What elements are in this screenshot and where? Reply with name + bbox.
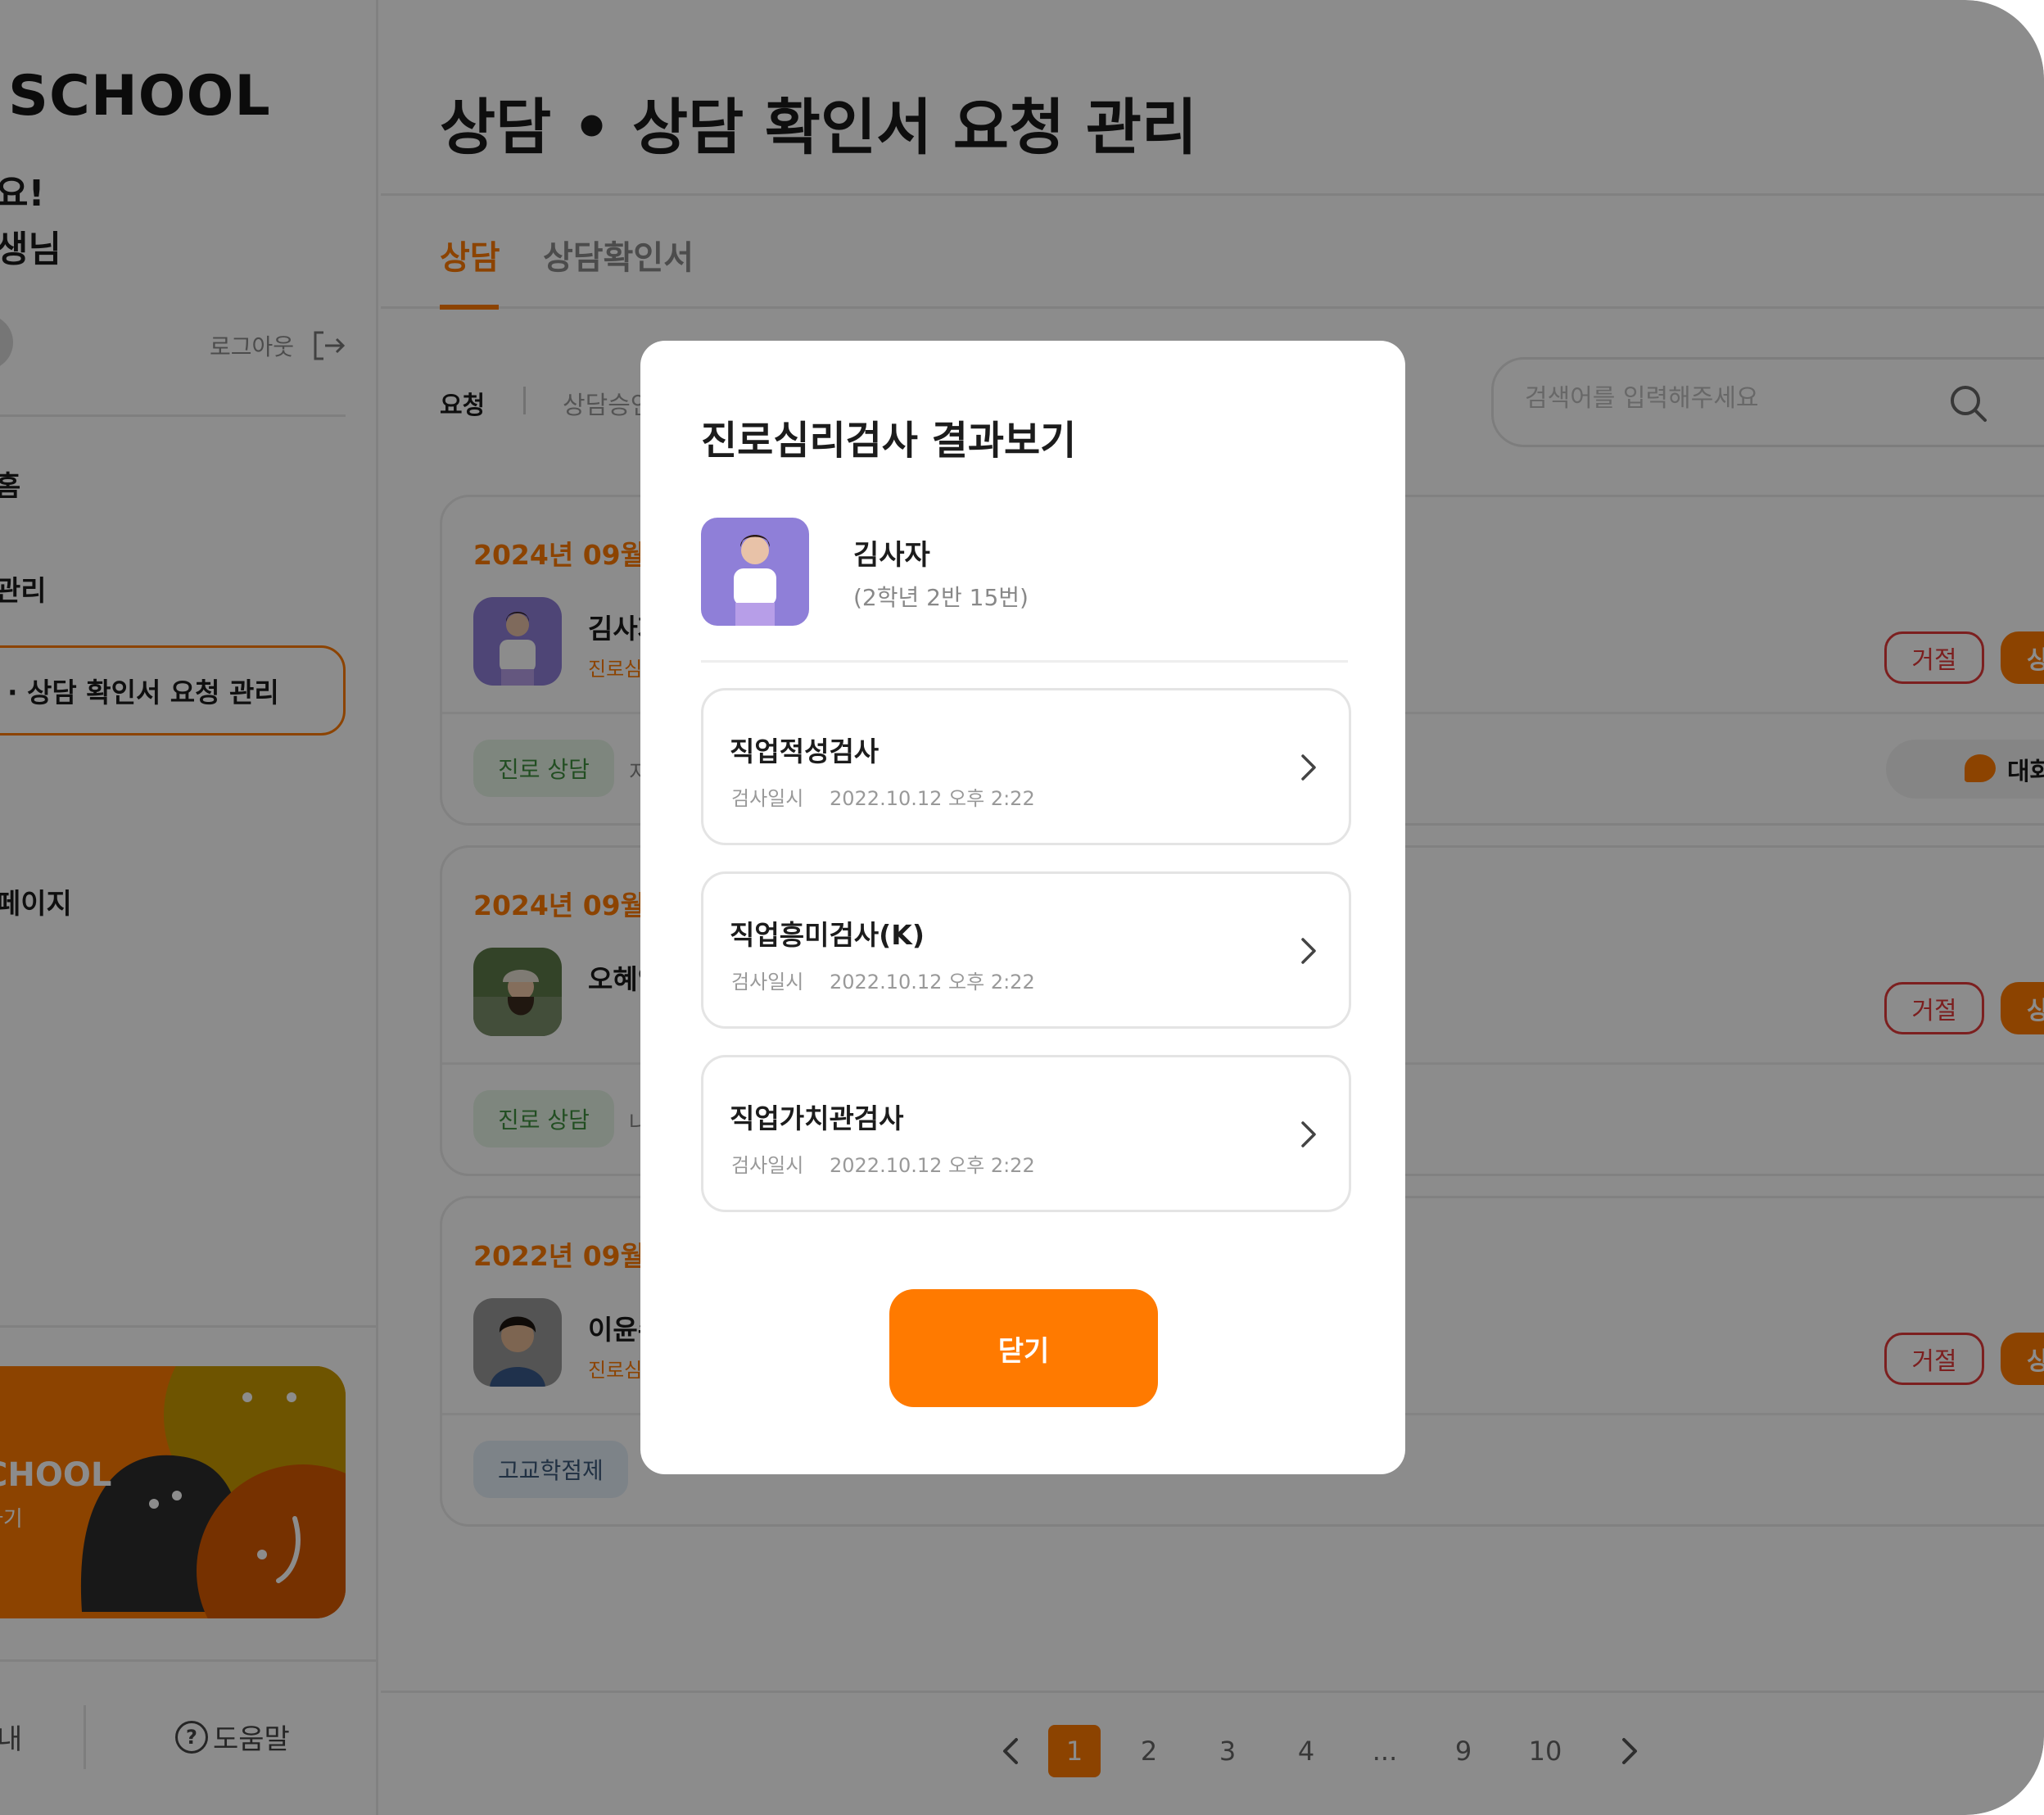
student-photo	[701, 518, 809, 626]
chevron-right-icon	[1301, 754, 1316, 781]
chevron-right-icon	[1301, 938, 1316, 964]
chevron-right-icon	[1301, 1121, 1316, 1147]
app-window: SCHOOL 요! 생님 로그아웃 홈 관리 · 상담 확인서 요청 관리 페이…	[0, 0, 2044, 1815]
test-result-item[interactable]: 직업가치관검사 검사일시 2022.10.12 오후 2:22	[701, 1055, 1351, 1212]
test-date-label: 검사일시	[731, 787, 804, 810]
test-results-modal: 진로심리검사 결과보기 김사자 (2학년 2반 15번) 직업적성검사 검사일시…	[640, 341, 1405, 1474]
modal-title: 진로심리검사 결과보기	[701, 418, 1077, 464]
test-date: 2022.10.12 오후 2:22	[830, 971, 1035, 993]
test-result-item[interactable]: 직업적성검사 검사일시 2022.10.12 오후 2:22	[701, 688, 1351, 845]
close-button[interactable]: 닫기	[889, 1289, 1158, 1407]
test-name: 직업가치관검사	[730, 1102, 904, 1134]
test-name: 직업흥미검사(K)	[730, 919, 925, 951]
test-date-label: 검사일시	[731, 971, 804, 993]
student-name: 김사자	[853, 539, 930, 572]
test-result-item[interactable]: 직업흥미검사(K) 검사일시 2022.10.12 오후 2:22	[701, 871, 1351, 1029]
student-class: (2학년 2반 15번)	[853, 584, 1029, 611]
test-date: 2022.10.12 오후 2:22	[830, 1154, 1035, 1177]
test-date: 2022.10.12 오후 2:22	[830, 787, 1035, 810]
test-date-label: 검사일시	[731, 1154, 804, 1177]
modal-divider	[701, 660, 1348, 663]
test-name: 직업적성검사	[730, 736, 880, 767]
